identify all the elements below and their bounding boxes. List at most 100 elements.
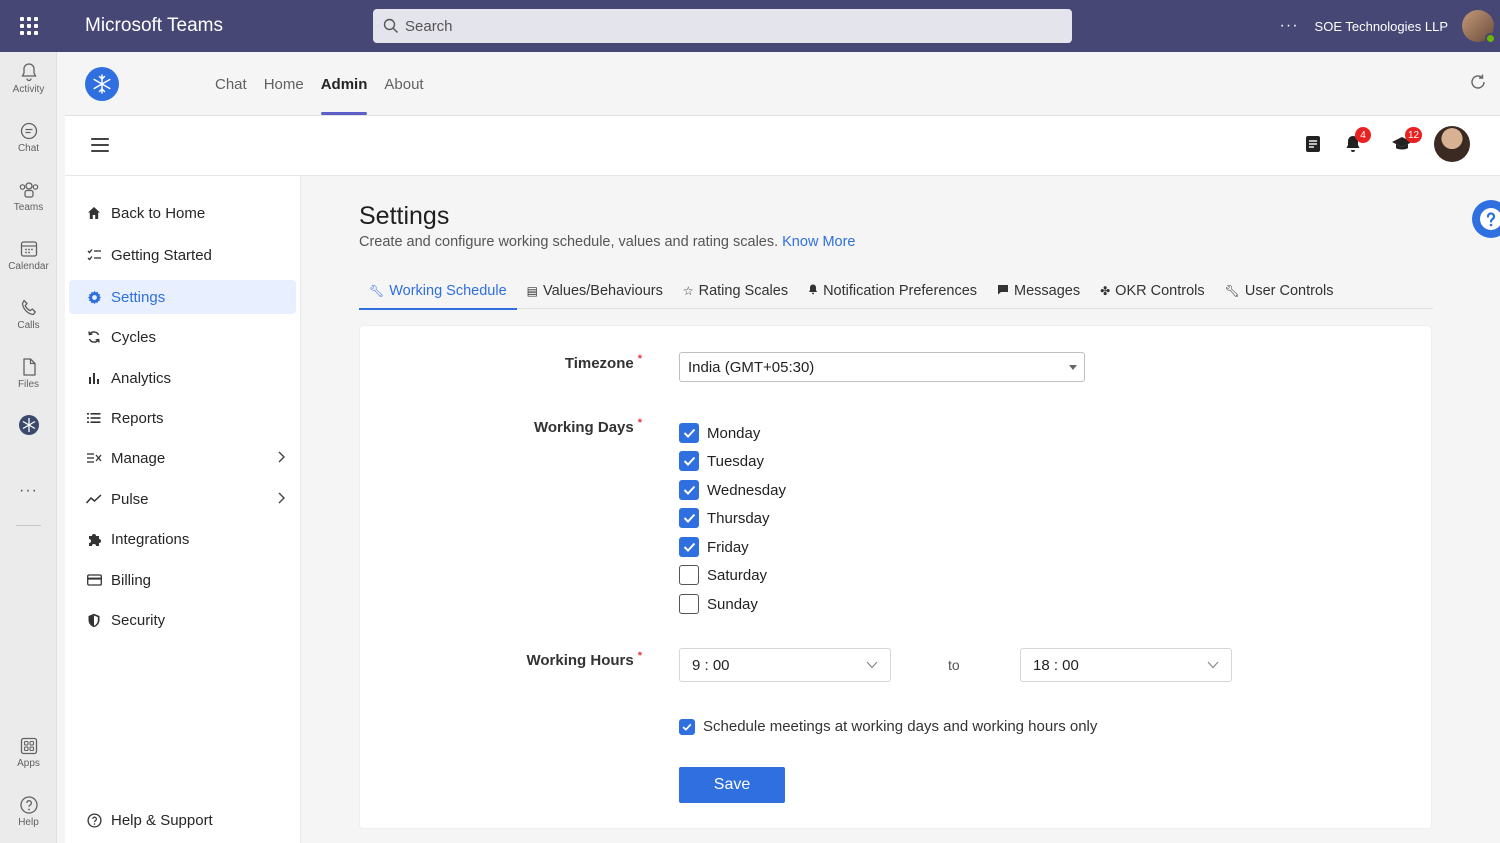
help-circle-icon [86, 812, 102, 828]
okr-icon: ✤ [1100, 284, 1111, 298]
day-wednesday[interactable]: Wednesday [679, 479, 786, 501]
save-button[interactable]: Save [679, 767, 785, 803]
app-logo[interactable] [85, 67, 119, 101]
search-input[interactable]: Search [373, 9, 1072, 43]
sidebar-item-getting-started[interactable]: Getting Started [69, 238, 296, 272]
more-options-button[interactable]: ··· [1280, 17, 1299, 35]
help-icon [19, 796, 38, 814]
rail-item-help[interactable]: Help [0, 795, 57, 828]
rail-more-button[interactable]: ··· [0, 482, 57, 500]
rail-item-apps[interactable]: Apps [0, 736, 57, 769]
apps-icon [20, 737, 37, 755]
refresh-button[interactable] [1468, 72, 1488, 97]
gear-icon [86, 289, 102, 305]
day-tuesday[interactable]: Tuesday [679, 450, 764, 472]
search-icon [383, 18, 398, 33]
day-monday[interactable]: Monday [679, 422, 760, 444]
file-icon [22, 358, 36, 376]
teams-left-rail: Activity Chat Teams Calendar Calls Files… [0, 52, 57, 843]
notes-button[interactable] [1303, 134, 1323, 159]
sidebar-item-integrations[interactable]: Integrations [69, 522, 296, 556]
checkbox-checked-icon[interactable] [679, 537, 699, 557]
pulse-icon [86, 491, 102, 507]
message-icon [997, 284, 1009, 298]
app-header: Chat Home Admin About [65, 52, 1500, 116]
tab-values-behaviours[interactable]: ▤ Values/Behaviours [517, 273, 673, 309]
rail-item-files[interactable]: Files [0, 357, 57, 390]
teams-icon [19, 182, 38, 198]
day-thursday[interactable]: Thursday [679, 507, 770, 529]
start-time-select[interactable]: 9 : 00 [679, 648, 891, 682]
know-more-link[interactable]: Know More [782, 234, 855, 250]
rail-divider [16, 525, 41, 526]
chevron-right-icon [278, 451, 285, 463]
checkbox-checked-icon[interactable] [679, 718, 695, 735]
tab-user-controls[interactable]: 🔧︎ User Controls [1215, 273, 1344, 309]
tab-messages[interactable]: Messages [987, 273, 1090, 309]
learning-count-badge: 12 [1405, 127, 1423, 143]
tab-rating-scales[interactable]: ☆ Rating Scales [673, 273, 798, 309]
presence-indicator [1485, 33, 1496, 44]
sidebar-item-cycles[interactable]: Cycles [69, 320, 296, 354]
tab-about[interactable]: About [384, 52, 423, 116]
help-fab-button[interactable] [1472, 200, 1500, 238]
snowflake-logo-icon [93, 74, 111, 94]
shield-icon [86, 612, 102, 628]
rail-item-calendar[interactable]: Calendar [0, 239, 57, 272]
star-icon: ☆ [682, 284, 694, 298]
calendar-icon [20, 241, 37, 257]
sidebar-item-billing[interactable]: Billing [69, 563, 296, 597]
checkbox-unchecked-icon[interactable] [679, 594, 699, 614]
refresh-icon [1471, 74, 1485, 89]
learning-button[interactable]: 12 [1391, 127, 1423, 159]
sidebar-item-security[interactable]: Security [69, 603, 296, 637]
profile-avatar[interactable] [1434, 126, 1470, 162]
settings-tabs: 🔧︎ Working Schedule ▤ Values/Behaviours ☆ R… [359, 273, 1433, 310]
day-friday[interactable]: Friday [679, 536, 749, 558]
user-avatar[interactable] [1462, 10, 1496, 44]
rail-item-calls[interactable]: Calls [0, 298, 57, 331]
sidebar-item-back-to-home[interactable]: Back to Home [69, 196, 296, 230]
tab-working-schedule[interactable]: 🔧︎ Working Schedule [359, 273, 517, 310]
bell-icon [808, 284, 818, 298]
rail-item-app-logo[interactable] [0, 414, 57, 436]
search-placeholder: Search [405, 17, 453, 35]
puzzle-icon [86, 531, 102, 547]
to-label: to [948, 657, 960, 673]
sidebar-item-analytics[interactable]: Analytics [69, 361, 296, 395]
wrench-icon: 🔧︎ [369, 284, 385, 298]
values-icon: ▤ [526, 284, 538, 298]
menu-toggle-icon[interactable] [91, 138, 109, 152]
sidebar-item-help-support[interactable]: Help & Support [69, 803, 296, 837]
checkbox-checked-icon[interactable] [679, 423, 699, 443]
tab-chat[interactable]: Chat [215, 52, 247, 116]
checkbox-unchecked-icon[interactable] [679, 565, 699, 585]
day-saturday[interactable]: Saturday [679, 564, 767, 586]
tab-notification-preferences[interactable]: Notification Preferences [798, 273, 987, 309]
list-icon [86, 410, 102, 426]
checkbox-checked-icon[interactable] [679, 451, 699, 471]
sidebar-item-settings[interactable]: Settings [69, 280, 296, 314]
schedule-meetings-option[interactable]: Schedule meetings at working days and wo… [679, 718, 1097, 735]
rail-item-teams[interactable]: Teams [0, 180, 57, 213]
end-time-select[interactable]: 18 : 00 [1020, 648, 1232, 682]
credit-card-icon [86, 572, 102, 588]
tab-home[interactable]: Home [264, 52, 304, 116]
sidebar-item-manage[interactable]: Manage [69, 441, 296, 475]
notifications-button[interactable]: 4 [1343, 127, 1371, 159]
rail-item-chat[interactable]: Chat [0, 121, 57, 154]
tab-admin[interactable]: Admin [320, 52, 367, 116]
org-name[interactable]: SOE Technologies LLP [1315, 19, 1448, 34]
day-sunday[interactable]: Sunday [679, 593, 758, 615]
wrench-icon: 🔧︎ [1224, 284, 1240, 298]
sidebar-item-pulse[interactable]: Pulse [69, 482, 296, 516]
rail-item-activity[interactable]: Activity [0, 62, 57, 95]
sidebar-item-reports[interactable]: Reports [69, 401, 296, 435]
timezone-label: Timezone * [564, 353, 642, 372]
tab-okr-controls[interactable]: ✤ OKR Controls [1090, 273, 1215, 309]
app-launcher-icon[interactable] [0, 0, 57, 52]
checkbox-checked-icon[interactable] [679, 480, 699, 500]
timezone-select[interactable]: India (GMT+05:30) [679, 352, 1085, 382]
chevron-down-icon [1207, 661, 1219, 669]
checkbox-checked-icon[interactable] [679, 508, 699, 528]
